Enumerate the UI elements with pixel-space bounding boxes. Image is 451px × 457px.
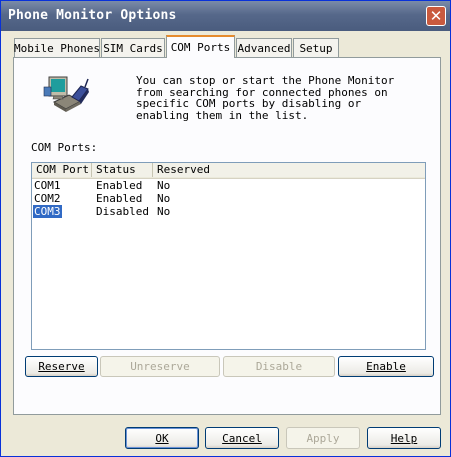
enable-button[interactable]: Enable (338, 356, 434, 377)
reserved-cell: No (157, 192, 171, 205)
tab-label: SIM Cards (103, 41, 163, 55)
list-header: COM Port Status Reserved (32, 163, 425, 179)
apply-button-label: Apply (306, 431, 340, 445)
help-button-label: Help (390, 431, 418, 445)
com-ports-panel: You can stop or start the Phone Monitor … (13, 57, 441, 415)
reserve-button[interactable]: Reserve (25, 356, 98, 377)
list-row-com1[interactable]: COM1 Enabled No (32, 179, 425, 192)
port-cell: COM2 (34, 192, 61, 205)
tab-label: COM Ports (170, 41, 231, 54)
list-row-com3[interactable]: COM3 Disabled No (32, 205, 425, 218)
title-bar[interactable]: Phone Monitor Options ✕ (1, 1, 450, 31)
phone-monitor-options-dialog: Phone Monitor Options ✕ Mobile Phones SI… (0, 0, 451, 457)
list-row-com2[interactable]: COM2 Enabled No (32, 192, 425, 205)
disable-button-label: Disable (255, 360, 303, 373)
tab-label: Mobile Phones (13, 41, 101, 55)
disable-button[interactable]: Disable (223, 356, 335, 377)
tab-sim-cards[interactable]: SIM Cards (101, 38, 165, 57)
tab-setup[interactable]: Setup (293, 38, 339, 57)
column-header-com-port[interactable]: COM Port (32, 163, 92, 177)
window-title: Phone Monitor Options (8, 8, 177, 23)
phone-monitor-icon (43, 76, 89, 112)
tab-com-ports[interactable]: COM Ports (166, 35, 235, 58)
cancel-button-label: Cancel (222, 431, 262, 445)
tab-label: Advanced (237, 41, 291, 55)
ok-button[interactable]: OK (125, 427, 199, 449)
close-icon: ✕ (429, 7, 443, 25)
reserved-cell: No (157, 205, 171, 218)
status-cell: Disabled (96, 205, 149, 218)
reserved-cell: No (157, 179, 171, 192)
description-text: You can stop or start the Phone Monitor … (136, 74, 395, 122)
reserve-button-label: Reserve (38, 360, 85, 373)
port-cell: COM1 (34, 179, 61, 192)
column-header-status[interactable]: Status (92, 163, 153, 177)
cancel-button[interactable]: Cancel (205, 427, 279, 449)
tab-label: Setup (299, 41, 333, 55)
close-button[interactable]: ✕ (426, 6, 446, 26)
tab-advanced[interactable]: Advanced (236, 38, 292, 57)
tab-mobile-phones[interactable]: Mobile Phones (14, 38, 100, 57)
unreserve-button-label: Unreserve (130, 360, 190, 373)
status-cell: Enabled (96, 179, 143, 192)
enable-button-label: Enable (366, 360, 406, 373)
apply-button[interactable]: Apply (286, 427, 360, 449)
com-ports-list[interactable]: COM Port Status Reserved COM1 Enabled No… (31, 162, 426, 350)
ok-button-label: OK (155, 431, 169, 445)
column-header-reserved[interactable]: Reserved (153, 163, 425, 177)
status-cell: Enabled (96, 192, 143, 205)
port-cell-selected: COM3 (33, 205, 62, 218)
help-button[interactable]: Help (367, 427, 441, 449)
com-ports-label: COM Ports: (31, 141, 98, 154)
unreserve-button[interactable]: Unreserve (100, 356, 220, 377)
